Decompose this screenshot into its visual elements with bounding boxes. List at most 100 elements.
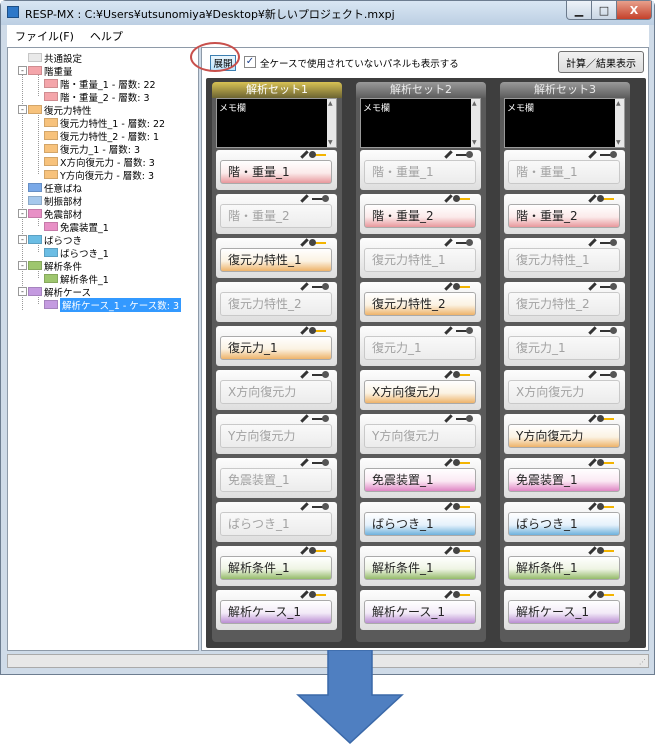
tree-node[interactable]: 復元力_1 - 層数: 3 xyxy=(44,142,140,156)
panel-button[interactable]: 解析条件_1 xyxy=(220,556,332,580)
edit-pencil-icon[interactable] xyxy=(588,502,597,511)
tree-node[interactable]: 解析条件_1 xyxy=(44,272,109,286)
toggle-switch[interactable] xyxy=(456,239,473,246)
edit-pencil-icon[interactable] xyxy=(444,546,453,555)
edit-pencil-icon[interactable] xyxy=(444,458,453,467)
tree-collapse-icon[interactable]: - xyxy=(18,105,27,114)
memo-scrollbar[interactable]: ▲ ▼ xyxy=(327,99,336,147)
panel-button[interactable]: 復元力特性_1 xyxy=(364,248,476,272)
panel-button[interactable]: 免震装置_1 xyxy=(508,468,620,492)
edit-pencil-icon[interactable] xyxy=(444,502,453,511)
panel-button[interactable]: Y方向復元力 xyxy=(508,424,620,448)
panel-button[interactable]: 解析ケース_1 xyxy=(364,600,476,624)
panel-button[interactable]: X方向復元力 xyxy=(364,380,476,404)
panel-button[interactable]: 階・重量_1 xyxy=(364,160,476,184)
memo-field[interactable]: メモ欄 ▲ ▼ xyxy=(216,98,337,148)
panel-button[interactable]: 復元力特性_1 xyxy=(220,248,332,272)
memo-scrollbar[interactable]: ▲ ▼ xyxy=(471,99,480,147)
edit-pencil-icon[interactable] xyxy=(444,590,453,599)
edit-pencil-icon[interactable] xyxy=(588,282,597,291)
minimize-button[interactable]: ▁ xyxy=(566,1,592,20)
toggle-switch[interactable] xyxy=(600,239,617,246)
panel-button[interactable]: 解析条件_1 xyxy=(508,556,620,580)
toggle-switch[interactable] xyxy=(453,283,470,290)
toggle-switch[interactable] xyxy=(312,415,329,422)
tree-node[interactable]: X方向復元力 - 層数: 3 xyxy=(44,155,155,169)
analysis-set-header[interactable]: 解析セット3 xyxy=(500,82,630,98)
menu-help[interactable]: ヘルプ xyxy=(82,28,131,44)
tree-node[interactable]: 免震装置_1 xyxy=(44,220,109,234)
tree-node[interactable]: 復元力特性_1 - 層数: 22 xyxy=(44,116,165,130)
tree-node[interactable]: ばらつき xyxy=(28,233,82,247)
tree-node[interactable]: 階・重量_2 - 層数: 3 xyxy=(44,90,150,104)
panel-button[interactable]: ばらつき_1 xyxy=(364,512,476,536)
resize-grip-icon[interactable]: ⋰ xyxy=(639,658,646,666)
edit-pencil-icon[interactable] xyxy=(300,502,309,511)
edit-pencil-icon[interactable] xyxy=(444,282,453,291)
scroll-up-icon[interactable]: ▲ xyxy=(472,100,477,107)
toggle-switch[interactable] xyxy=(456,151,473,158)
scroll-down-icon[interactable]: ▼ xyxy=(616,139,621,146)
panel-button[interactable]: 解析ケース_1 xyxy=(220,600,332,624)
panel-button[interactable]: 免震装置_1 xyxy=(220,468,332,492)
show-unused-checkbox[interactable]: ✓ xyxy=(244,56,256,68)
edit-pencil-icon[interactable] xyxy=(588,194,597,203)
tree-node[interactable]: 任意ばね xyxy=(28,181,82,195)
tree-node[interactable]: 階重量 xyxy=(28,64,73,78)
panel-button[interactable]: 解析ケース_1 xyxy=(508,600,620,624)
panel-button[interactable]: 復元力特性_2 xyxy=(364,292,476,316)
edit-pencil-icon[interactable] xyxy=(300,282,309,291)
panel-button[interactable]: 復元力_1 xyxy=(364,336,476,360)
edit-pencil-icon[interactable] xyxy=(444,238,453,247)
toggle-switch[interactable] xyxy=(309,547,326,554)
tree-node[interactable]: 階・重量_1 - 層数: 22 xyxy=(44,77,156,91)
toggle-switch[interactable] xyxy=(309,591,326,598)
panel-button[interactable]: Y方向復元力 xyxy=(364,424,476,448)
toggle-switch[interactable] xyxy=(597,591,614,598)
toggle-switch[interactable] xyxy=(597,503,614,510)
edit-pencil-icon[interactable] xyxy=(444,194,453,203)
edit-pencil-icon[interactable] xyxy=(300,370,309,379)
tree-node[interactable]: 制振部材 xyxy=(28,194,82,208)
toggle-switch[interactable] xyxy=(453,195,470,202)
panel-button[interactable]: Y方向復元力 xyxy=(220,424,332,448)
panel-button[interactable]: 階・重量_1 xyxy=(220,160,332,184)
edit-pencil-icon[interactable] xyxy=(588,238,597,247)
toggle-switch[interactable] xyxy=(312,195,329,202)
menu-file[interactable]: ファイル(F) xyxy=(7,28,82,44)
analysis-set-header[interactable]: 解析セット1 xyxy=(212,82,342,98)
panel-button[interactable]: 復元力特性_1 xyxy=(508,248,620,272)
edit-pencil-icon[interactable] xyxy=(300,546,309,555)
tree-node[interactable]: 免震部材 xyxy=(28,207,82,221)
calc-results-button[interactable]: 計算／結果表示 xyxy=(558,51,644,73)
panel-button[interactable]: X方向復元力 xyxy=(508,380,620,404)
edit-pencil-icon[interactable] xyxy=(588,414,597,423)
edit-pencil-icon[interactable] xyxy=(588,370,597,379)
toggle-switch[interactable] xyxy=(600,327,617,334)
panel-button[interactable]: 階・重量_2 xyxy=(508,204,620,228)
tree-collapse-icon[interactable]: - xyxy=(18,287,27,296)
toggle-switch[interactable] xyxy=(453,371,470,378)
panel-button[interactable]: 復元力特性_2 xyxy=(220,292,332,316)
edit-pencil-icon[interactable] xyxy=(300,326,309,335)
toggle-switch[interactable] xyxy=(456,415,473,422)
edit-pencil-icon[interactable] xyxy=(300,238,309,247)
tree-collapse-icon[interactable]: - xyxy=(18,261,27,270)
tree-node[interactable]: 復元力特性_2 - 層数: 1 xyxy=(44,129,159,143)
tree-node[interactable]: 復元力特性 xyxy=(28,103,92,117)
edit-pencil-icon[interactable] xyxy=(444,150,453,159)
analysis-set-header[interactable]: 解析セット2 xyxy=(356,82,486,98)
toggle-switch[interactable] xyxy=(453,503,470,510)
edit-pencil-icon[interactable] xyxy=(300,458,309,467)
toggle-switch[interactable] xyxy=(597,415,614,422)
panel-button[interactable]: ばらつき_1 xyxy=(220,512,332,536)
panel-button[interactable]: 解析条件_1 xyxy=(364,556,476,580)
panel-button[interactable]: 階・重量_2 xyxy=(220,204,332,228)
scroll-up-icon[interactable]: ▲ xyxy=(616,100,621,107)
toggle-switch[interactable] xyxy=(597,547,614,554)
toggle-switch[interactable] xyxy=(456,327,473,334)
edit-pencil-icon[interactable] xyxy=(588,546,597,555)
scroll-down-icon[interactable]: ▼ xyxy=(472,139,477,146)
toggle-switch[interactable] xyxy=(453,459,470,466)
toggle-switch[interactable] xyxy=(312,283,329,290)
